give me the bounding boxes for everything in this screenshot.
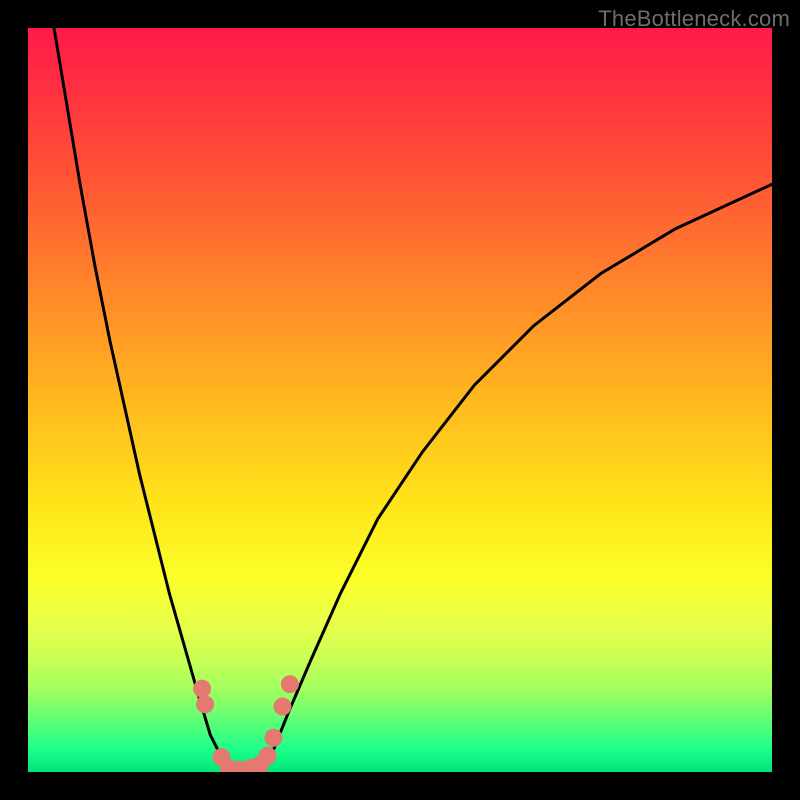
- chart-frame: TheBottleneck.com: [0, 0, 800, 800]
- curve-right-branch: [262, 184, 772, 772]
- plot-area: [28, 28, 772, 772]
- marker-dot: [196, 695, 214, 713]
- marker-dot: [273, 698, 291, 716]
- watermark-text: TheBottleneck.com: [598, 6, 790, 32]
- marker-dot: [193, 680, 211, 698]
- curve-left-branch: [54, 28, 231, 772]
- marker-dot: [281, 675, 299, 693]
- chart-svg: [28, 28, 772, 772]
- marker-dot: [259, 747, 277, 765]
- bottleneck-curve: [54, 28, 772, 772]
- marker-dot: [265, 729, 283, 747]
